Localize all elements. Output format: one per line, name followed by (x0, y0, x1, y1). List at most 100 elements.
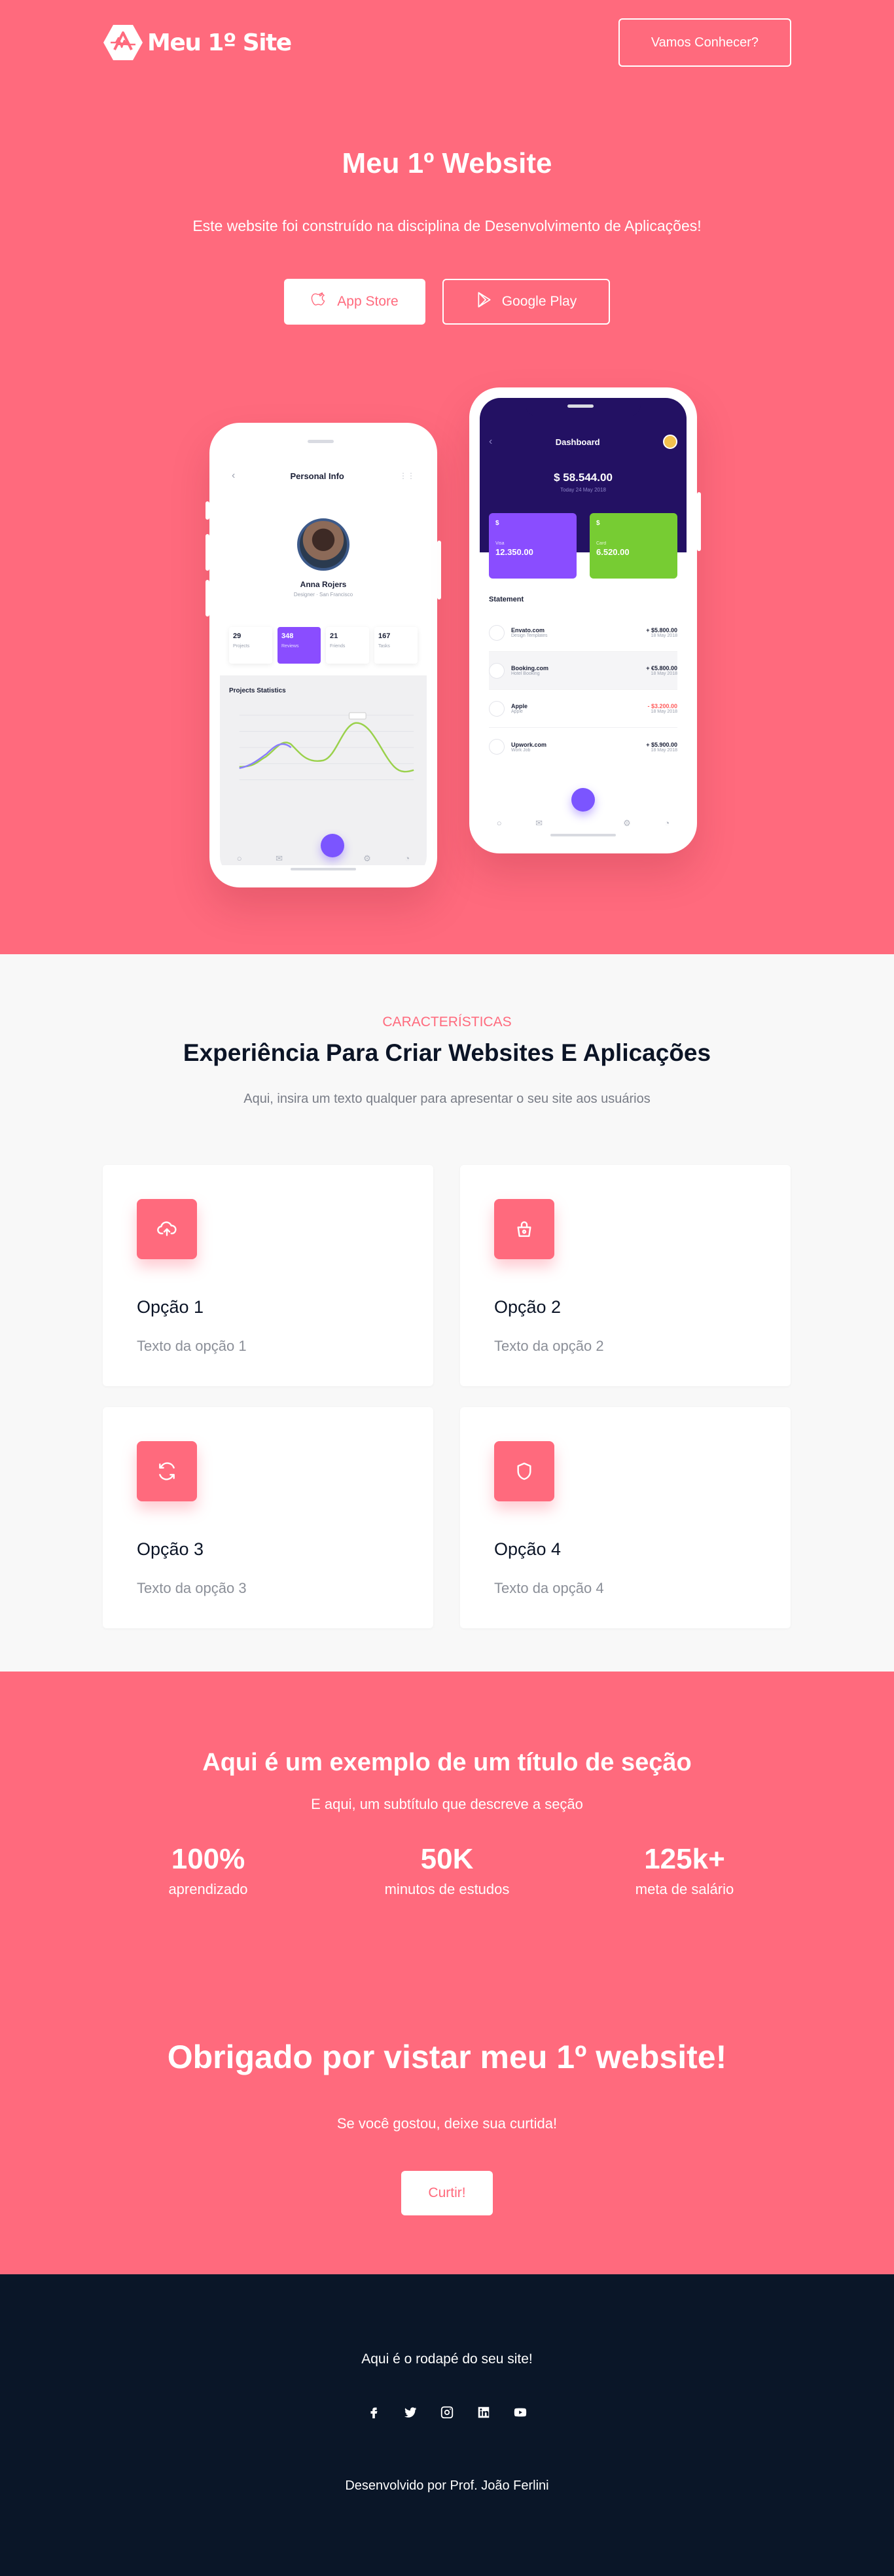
stat-label: Friends (330, 644, 346, 649)
footer-credit: Desenvolvido por Prof. João Ferlini (345, 2478, 549, 2493)
logo-text: Meu 1º Site (147, 29, 292, 56)
dashboard-title: Dashboard (555, 437, 600, 447)
feature-title: Opção 2 (494, 1297, 562, 1317)
stat-value: 167 (378, 632, 391, 640)
settings-tab-icon[interactable]: ⚙ (623, 818, 631, 829)
feature-title: Opção 4 (494, 1539, 562, 1559)
card-label: Visa (495, 541, 505, 546)
stats-section: Aqui é um exemplo de um título de seção … (0, 1672, 894, 1997)
fab-button[interactable] (571, 788, 595, 812)
user-tab-icon[interactable]: ○ (497, 818, 502, 829)
balance-value: $ 58.544.00 (554, 471, 613, 484)
footer-text: Aqui é o rodapé do seu site! (361, 2352, 533, 2367)
card-value: 12.350.00 (495, 547, 533, 557)
user-tab-icon[interactable]: ○ (237, 853, 242, 864)
back-icon[interactable]: ‹ (489, 436, 492, 448)
play-icon (476, 291, 493, 312)
basket-icon (494, 1199, 554, 1259)
statement-desc: Design Templates (511, 634, 548, 638)
stat-item: 125k+ meta de salário (580, 1843, 789, 1898)
mail-tab-icon[interactable]: ✉ (276, 853, 283, 864)
statement-amount: + €5.800.00 (646, 665, 677, 671)
profile-meta: Designer · San Francisco (293, 592, 353, 598)
card-green[interactable]: $ Card 6.520.00 (590, 513, 677, 579)
stat-label: Reviews (281, 644, 299, 649)
mail-tab-icon[interactable]: ✉ (535, 818, 543, 829)
feature-text: Texto da opção 3 (137, 1580, 247, 1596)
statement-amount: + $5.800.00 (646, 627, 677, 634)
shield-icon (494, 1441, 554, 1501)
card-label: Card (596, 541, 607, 546)
feature-text: Texto da opção 1 (137, 1338, 247, 1354)
app-store-button[interactable]: App Store (284, 279, 425, 325)
stat-value: 125k+ (644, 1843, 725, 1875)
list-item[interactable]: Upwork.com Work Job + $5.900.00 18 May 2… (489, 728, 677, 766)
phone-mockup-dashboard: ‹ Dashboard $ 58.544.00 Today 24 May 201… (469, 387, 701, 853)
avatar[interactable] (662, 435, 677, 449)
refresh-icon (137, 1441, 197, 1501)
google-play-button[interactable]: Google Play (442, 279, 610, 325)
nav-cta-button[interactable]: Vamos Conhecer? (618, 18, 791, 67)
top-nav: Meu 1º Site Vamos Conhecer? (103, 18, 791, 67)
app-store-label: App Store (337, 294, 399, 309)
google-play-label: Google Play (501, 294, 577, 309)
social-links (0, 2404, 894, 2421)
merchant-icon (489, 739, 505, 755)
list-item[interactable]: Apple Apple - $3.200.00 18 May 2018 (489, 690, 677, 728)
feature-card: Opção 1 Texto da opção 1 (103, 1165, 433, 1386)
hero-section: Meu 1º Site Vamos Conhecer? Meu 1º Websi… (0, 0, 894, 954)
statement-date: 18 May 2018 (651, 671, 677, 676)
like-button[interactable]: Curtir! (401, 2171, 493, 2215)
merchant-icon (489, 662, 505, 679)
twitter-icon[interactable] (402, 2404, 419, 2421)
feature-card: Opção 3 Texto da opção 3 (103, 1407, 433, 1628)
stats-panel-title: Projects Statistics (229, 687, 286, 694)
features-subtitle: Aqui, insira um texto qualquer para apre… (243, 1092, 651, 1106)
statement-name: Apple (511, 703, 528, 709)
stats-title: Aqui é um exemplo de um título de seção (202, 1749, 692, 1776)
feature-card: Opção 4 Texto da opção 4 (460, 1407, 791, 1628)
balance-caption: Today 24 May 2018 (560, 487, 606, 493)
chart-tab-icon[interactable]: ◔ (404, 853, 410, 864)
stat-label: aprendizado (168, 1881, 248, 1897)
stat-label: meta de salário (635, 1881, 734, 1897)
store-buttons: App Store Google Play (0, 279, 894, 325)
statement-desc: Work Job (511, 747, 531, 753)
tab-bar: ○ ✉ ⚙ ◔ (220, 853, 427, 864)
tab-bar: ○ ✉ ⚙ ◔ (480, 818, 687, 829)
features-eyebrow: CARACTERÍSTICAS (382, 1014, 512, 1029)
statement-name: Booking.com (511, 665, 549, 671)
hero-title: Meu 1º Website (342, 147, 552, 179)
site-footer: Aqui é o rodapé do seu site! Desenvolvid… (0, 2274, 894, 2576)
statement-title: Statement (489, 596, 524, 603)
card-visa[interactable]: $ Visa 12.350.00 (489, 513, 577, 579)
settings-tab-icon[interactable]: ⚙ (363, 853, 371, 864)
statement-list: Envato.com Design Templates + $5.800.00 … (489, 614, 677, 766)
facebook-icon[interactable] (365, 2404, 382, 2421)
site-logo[interactable]: Meu 1º Site (103, 22, 292, 63)
list-item[interactable]: Envato.com Design Templates + $5.800.00 … (489, 614, 677, 652)
chart-tab-icon[interactable]: ◔ (664, 818, 670, 829)
stats-panel: Projects Statistics (220, 675, 427, 865)
cloud-upload-icon (137, 1199, 197, 1259)
feature-title: Opção 3 (137, 1539, 204, 1559)
apple-icon (311, 291, 328, 312)
linkedin-icon[interactable] (475, 2404, 492, 2421)
instagram-icon[interactable] (438, 2404, 456, 2421)
features-section: CARACTERÍSTICAS Experiência Para Criar W… (0, 954, 894, 1672)
back-icon[interactable]: ‹ (232, 470, 235, 482)
feature-title: Opção 1 (137, 1297, 204, 1317)
youtube-icon[interactable] (512, 2404, 529, 2421)
stats-line-chart (239, 712, 414, 780)
profile-stats: 29 Projects 348 Reviews 21 Friends 167 T… (229, 627, 418, 664)
merchant-icon (489, 700, 505, 717)
feature-text: Texto da opção 2 (494, 1338, 604, 1354)
stats-subtitle: E aqui, um subtítulo que descreve a seçã… (311, 1796, 583, 1812)
statement-date: 18 May 2018 (651, 709, 677, 714)
hero-subtitle: Este website foi construído na disciplin… (192, 217, 702, 234)
thanks-subtitle: Se você gostou, deixe sua curtida! (336, 2115, 558, 2132)
list-item[interactable]: Booking.com Hotel Booking + €5.800.00 18… (489, 652, 677, 690)
grid-icon[interactable]: ⋮⋮ (399, 471, 415, 480)
statement-amount: + $5.900.00 (646, 741, 677, 748)
stat-value: 100% (171, 1843, 245, 1875)
